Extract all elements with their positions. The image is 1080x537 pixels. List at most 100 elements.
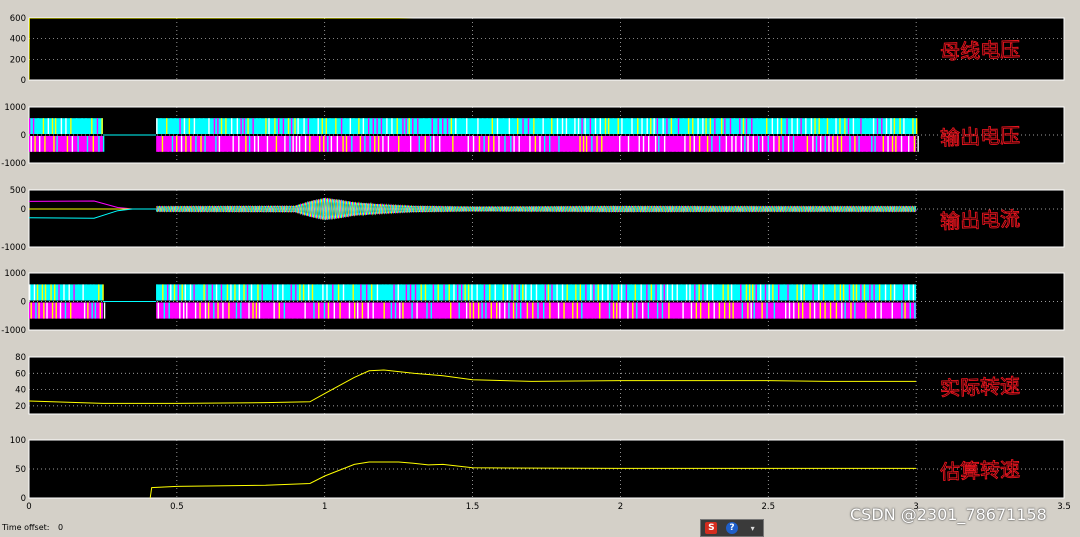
y-tick-label: 400 [10,35,26,45]
y-tick-label: 20 [15,402,26,412]
pwm-stripe [769,302,772,319]
pwm-stripe [283,302,286,319]
pwm-stripe [711,136,713,152]
pwm-stripe [215,284,218,301]
handwritten-annotation: 母线电压 [940,37,1021,64]
pwm-stripe [865,302,867,319]
pwm-stripe [567,136,569,152]
pwm-stripe [666,118,668,134]
pwm-stripe [841,302,843,319]
pwm-stripe [450,302,452,319]
pwm-stripe [684,136,686,152]
pwm-stripe [376,118,378,134]
pwm-stripe [566,284,568,301]
pwm-stripe [676,136,678,152]
pwm-stripe [296,302,298,319]
pwm-stripe [914,302,916,319]
pwm-stripe [465,302,468,319]
pwm-stripe [269,136,272,152]
pwm-stripe [58,284,60,301]
pwm-stripe [614,136,616,152]
y-tick-label: 0 [21,76,26,86]
pwm-stripe [901,302,903,319]
pwm-stripe [703,302,706,319]
pwm-stripe [175,302,177,319]
pwm-stripe [176,136,178,152]
pwm-stripe [908,284,910,301]
pwm-stripe [717,284,719,301]
pwm-stripe [854,302,856,319]
pwm-stripe [389,284,391,301]
pwm-stripe [895,302,897,319]
pwm-stripe [399,302,401,319]
pwm-stripe [756,118,758,134]
pwm-stripe [912,284,915,301]
pwm-stripe [254,284,256,301]
pwm-stripe [63,284,65,301]
pwm-stripe [852,118,855,134]
pwm-stripe [450,118,453,134]
pwm-stripe [544,284,547,301]
pwm-stripe [807,284,810,301]
pwm-stripe [783,284,785,301]
pwm-stripe [174,118,176,134]
pwm-stripe [736,302,738,319]
pwm-stripe [745,118,748,134]
pwm-stripe [213,118,216,134]
pwm-stripe [593,284,595,301]
pwm-stripe [514,284,516,301]
pwm-stripe [591,302,594,319]
pwm-stripe [739,118,741,134]
pwm-stripe [367,118,370,134]
s-logo-icon[interactable]: S [705,522,718,534]
pwm-stripe [177,284,180,301]
pwm-stripe [250,284,253,301]
pwm-stripe [477,118,479,134]
pwm-stripe [904,302,906,319]
pwm-stripe [828,284,830,301]
pwm-stripe [735,136,737,152]
pwm-stripe [409,284,412,301]
pwm-stripe [256,118,258,134]
pwm-stripe [522,284,524,301]
pwm-stripe [552,302,555,319]
pwm-stripe [203,284,205,301]
pwm-stripe [744,136,746,152]
pwm-stripe [834,284,836,301]
pwm-stripe [551,118,553,134]
menu-arrow-icon[interactable]: ▾ [747,522,759,534]
pwm-stripe [522,118,524,134]
pwm-stripe [287,118,290,134]
pwm-stripe [891,136,894,152]
pwm-stripe [878,284,881,301]
pwm-stripe [101,118,103,134]
pwm-stripe [359,136,362,152]
pwm-stripe [402,302,404,319]
pwm-stripe [65,118,67,134]
pwm-stripe [638,136,640,152]
pwm-stripe [193,118,196,134]
pwm-stripe [653,118,655,134]
pwm-stripe [247,118,249,134]
pwm-stripe [444,302,447,319]
pwm-stripe [611,284,613,301]
pwm-stripe [733,118,736,134]
pwm-stripe [30,136,32,152]
pwm-stripe [506,284,509,301]
pwm-stripe [355,284,357,301]
pwm-stripe [835,302,838,319]
plot-area [28,272,1065,331]
pwm-stripe [392,136,395,152]
pwm-stripe [641,118,643,134]
pwm-stripe [844,118,846,134]
pwm-stripe [287,284,289,301]
pwm-stripe [547,284,550,301]
pwm-stripe [54,118,57,134]
pwm-stripe [893,118,896,134]
pwm-stripe [471,118,473,134]
help-icon[interactable]: ? [725,522,738,534]
pwm-stripe [680,284,683,301]
pwm-stripe [575,136,578,152]
pwm-stripe [317,118,319,134]
pwm-stripe [426,302,428,319]
